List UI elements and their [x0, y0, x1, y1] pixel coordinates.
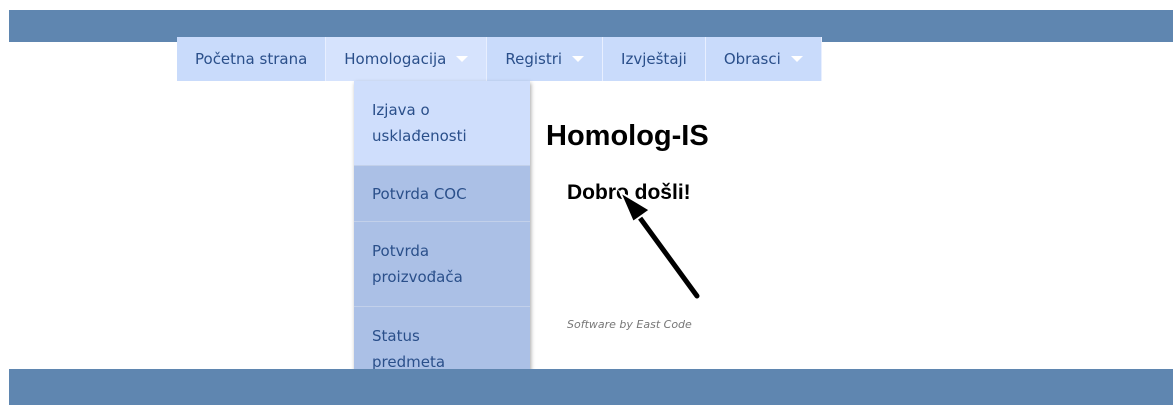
software-credit: Software by East Code — [567, 318, 692, 331]
menu-item-label: Potvrda proizvođača — [372, 242, 463, 286]
nav-item-label: Registri — [505, 50, 563, 68]
menu-item-label: Status predmeta — [372, 326, 446, 371]
nav-item-label: Izvještaji — [621, 50, 687, 68]
menu-item-label: Izjava o usklađenosti — [372, 101, 467, 145]
menu-item-potvrda-proizvodaca[interactable]: Potvrda proizvođača — [354, 222, 530, 307]
nav-item-homologacija[interactable]: Homologacija — [326, 37, 488, 81]
nav-item-label: Obrasci — [723, 50, 781, 68]
welcome-message: Dobro došli! — [567, 181, 691, 204]
menu-item-izjava-o-uskladenosti[interactable]: Izjava o usklađenosti — [354, 81, 530, 166]
menu-item-potvrda-coc[interactable]: Potvrda COC — [354, 166, 530, 222]
chevron-down-icon — [790, 56, 803, 62]
bottom-banner-bar — [9, 369, 1173, 405]
homologacija-dropdown-menu: Izjava o usklađenosti Potvrda COC Potvrd… — [354, 81, 530, 390]
nav-item-izvjestaji[interactable]: Izvještaji — [603, 37, 706, 81]
nav-item-registri[interactable]: Registri — [487, 37, 604, 81]
main-navigation: Početna strana Homologacija Registri Izv… — [177, 37, 822, 81]
nav-item-label: Početna strana — [195, 50, 308, 68]
page-title: Homolog-IS — [546, 120, 709, 152]
menu-item-label: Potvrda COC — [372, 184, 467, 203]
nav-item-pocetna-strana[interactable]: Početna strana — [177, 37, 327, 81]
chevron-down-icon — [572, 56, 585, 62]
chevron-down-icon — [456, 56, 469, 62]
nav-item-obrasci[interactable]: Obrasci — [706, 37, 822, 81]
nav-item-label: Homologacija — [344, 50, 447, 68]
